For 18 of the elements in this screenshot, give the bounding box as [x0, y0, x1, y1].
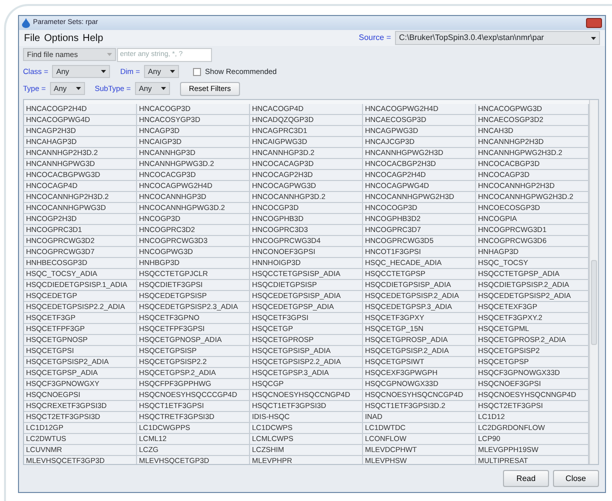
caret-icon: [76, 87, 81, 90]
scrollbar-thumb[interactable]: [591, 260, 597, 345]
source-dropdown[interactable]: C:\Bruker\TopSpin3.0.4\exp\stan\nmr\par: [395, 31, 600, 46]
caret-icon: [107, 53, 112, 56]
menu-item[interactable]: Help: [82, 30, 104, 46]
source-label: Source =: [358, 32, 391, 44]
menu-item[interactable]: Options: [44, 30, 79, 46]
caret-icon: [160, 87, 166, 90]
caret-icon: [101, 70, 106, 73]
scrollbar[interactable]: [589, 100, 598, 464]
dialog-button[interactable]: Close: [552, 470, 599, 487]
dialog-button[interactable]: Read: [503, 470, 549, 487]
close-button[interactable]: [586, 18, 602, 28]
droplet-icon: [22, 18, 30, 28]
checkbox[interactable]: [193, 68, 202, 76]
caret-icon: [170, 70, 176, 73]
caret-icon: [591, 36, 596, 40]
menu-item[interactable]: File: [24, 30, 40, 46]
